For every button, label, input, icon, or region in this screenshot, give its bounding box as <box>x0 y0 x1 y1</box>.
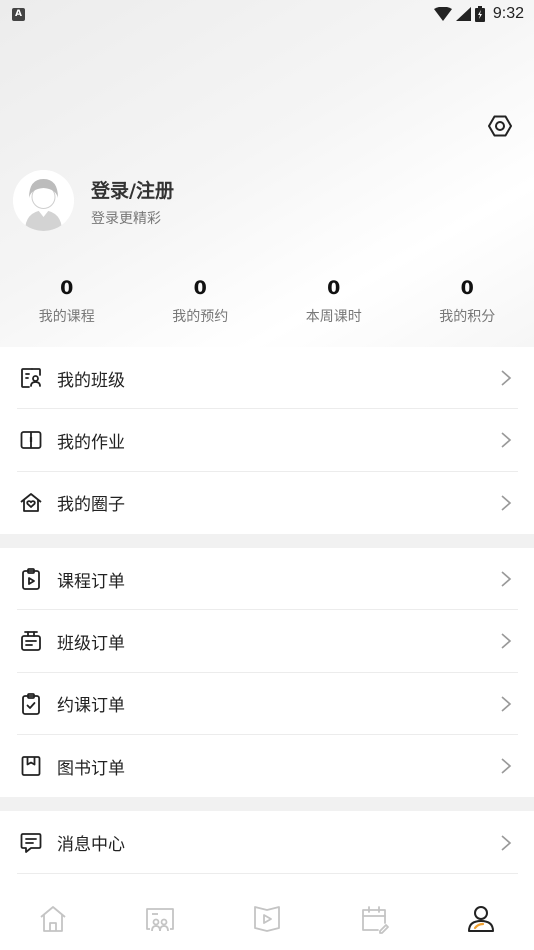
avatar[interactable] <box>13 170 74 231</box>
menu-item-label: 我的作业 <box>57 432 125 453</box>
stat-value: 0 <box>460 277 474 299</box>
menu-item-booking-orders[interactable]: 约课订单 <box>0 673 534 736</box>
chevron-right-icon <box>501 633 512 650</box>
chevron-right-icon <box>501 758 512 774</box>
class-tab-icon <box>146 907 175 931</box>
menu-group-study: 我的班级 我的作业 我的圈子 <box>0 347 534 534</box>
login-register-link[interactable]: 登录/注册 <box>91 176 174 203</box>
message-icon <box>20 832 42 853</box>
chevron-right-icon <box>501 495 512 511</box>
wifi-icon <box>433 7 452 21</box>
menu-item-label: 消息中心 <box>57 835 125 855</box>
class-icon <box>21 368 41 389</box>
chevron-right-icon <box>501 370 512 386</box>
homework-book-icon <box>20 431 42 450</box>
stat-value: 0 <box>60 277 74 299</box>
class-order-icon <box>21 631 41 652</box>
profile-tab-icon <box>467 905 494 932</box>
stat-label: 我的课程 <box>38 309 95 325</box>
menu-item-label: 班级订单 <box>57 633 125 654</box>
menu-item-label: 我的圈子 <box>57 495 125 516</box>
booking-order-icon <box>22 692 40 715</box>
stat-label: 本周课时 <box>305 309 362 325</box>
bottom-tab-bar <box>0 887 534 950</box>
tab-video[interactable] <box>214 887 321 950</box>
menu-item-label: 约课订单 <box>57 696 125 717</box>
menu-item-course-orders[interactable]: 课程订单 <box>0 548 534 611</box>
profile-header: A 9:32 登录/注册 登录更精彩 0 我的课程 0 我的预约 0 本周课时 … <box>0 0 534 347</box>
calendar-tab-icon <box>361 905 389 934</box>
chevron-right-icon <box>501 696 512 712</box>
signal-icon <box>455 7 471 21</box>
tab-class[interactable] <box>107 887 214 950</box>
menu-group-messages: 消息中心 <box>0 811 534 887</box>
circle-home-icon <box>20 492 42 512</box>
menu-item-my-homework[interactable]: 我的作业 <box>0 409 534 472</box>
menu-item-label: 课程订单 <box>57 571 125 592</box>
course-order-icon <box>22 568 40 591</box>
book-order-icon <box>21 756 41 776</box>
tab-profile[interactable] <box>427 887 534 950</box>
stat-my-points[interactable]: 0 我的积分 <box>401 276 534 326</box>
chevron-right-icon <box>501 432 512 449</box>
stat-value: 0 <box>193 277 207 299</box>
battery-icon <box>474 6 485 22</box>
stat-value: 0 <box>327 277 341 299</box>
stat-weekly-hours[interactable]: 0 本周课时 <box>267 276 401 326</box>
menu-item-label: 图书订单 <box>57 758 125 779</box>
stat-my-bookings[interactable]: 0 我的预约 <box>134 276 268 326</box>
login-subtitle: 登录更精彩 <box>91 211 161 227</box>
status-bar: A 9:32 <box>0 0 534 28</box>
video-tab-icon <box>254 905 280 932</box>
stat-label: 我的积分 <box>439 309 496 325</box>
menu-group-orders: 课程订单 班级订单 约课订单 图书订单 <box>0 548 534 797</box>
menu-item-my-class[interactable]: 我的班级 <box>0 347 534 410</box>
stats-row: 0 我的课程 0 我的预约 0 本周课时 0 我的积分 <box>0 276 534 326</box>
status-time: 9:32 <box>492 5 524 22</box>
stat-my-courses[interactable]: 0 我的课程 <box>0 276 134 326</box>
menu-item-my-circle[interactable]: 我的圈子 <box>0 472 534 534</box>
menu-item-book-orders[interactable]: 图书订单 <box>0 735 534 797</box>
chevron-right-icon <box>501 571 512 587</box>
tab-home[interactable] <box>0 887 107 950</box>
menu-item-class-orders[interactable]: 班级订单 <box>0 610 534 673</box>
home-icon <box>40 905 66 932</box>
tab-calendar[interactable] <box>320 887 427 950</box>
stat-label: 我的预约 <box>172 309 229 325</box>
menu-item-message-center[interactable]: 消息中心 <box>0 811 534 874</box>
settings-gear-icon[interactable] <box>487 113 513 139</box>
menu-item-label: 我的班级 <box>57 370 125 391</box>
app-notification-icon: A <box>12 7 25 21</box>
default-avatar-icon <box>13 170 74 231</box>
chevron-right-icon <box>501 834 512 851</box>
